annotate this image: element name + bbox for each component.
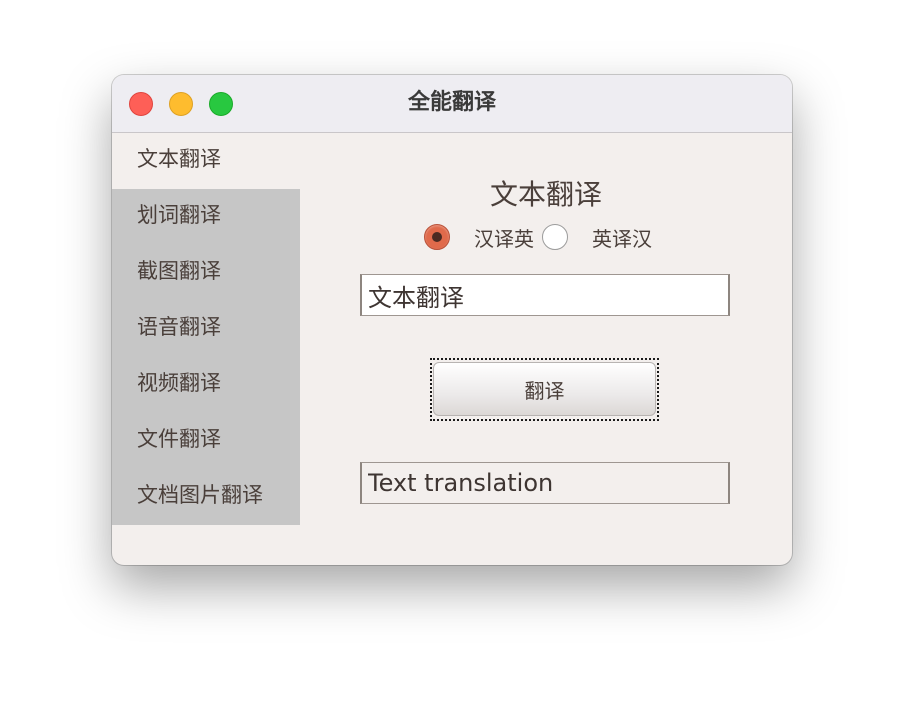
app-window: 全能翻译 文本翻译 划词翻译 截图翻译 语音翻译 视频翻译 文件翻译 文档图片翻… [112, 75, 792, 565]
sidebar-item-screenshot-translation[interactable]: 截图翻译 [112, 245, 300, 301]
sidebar-item-document-image-translation[interactable]: 文档图片翻译 [112, 469, 300, 525]
source-text-input[interactable] [360, 274, 730, 316]
sidebar-item-file-translation[interactable]: 文件翻译 [112, 413, 300, 469]
radio-label-english-to-chinese[interactable]: 英译汉 [592, 223, 652, 252]
radio-chinese-to-english[interactable] [424, 224, 450, 250]
page-heading: 文本翻译 [489, 178, 602, 211]
sidebar-menu: 文本翻译 划词翻译 截图翻译 语音翻译 视频翻译 文件翻译 文档图片翻译 [112, 133, 300, 525]
sidebar-item-voice-translation[interactable]: 语音翻译 [112, 301, 300, 357]
title-bar[interactable]: 全能翻译 [112, 75, 792, 133]
sidebar-item-video-translation[interactable]: 视频翻译 [112, 357, 300, 413]
translation-output-field[interactable] [360, 462, 730, 504]
window-title: 全能翻译 [407, 90, 496, 115]
sidebar-item-text-translation[interactable]: 文本翻译 [112, 133, 300, 189]
radio-english-to-chinese[interactable] [542, 224, 568, 250]
translation-direction-group: 汉译英 英译汉 [424, 222, 652, 252]
sidebar-item-word-selection-translation[interactable]: 划词翻译 [112, 189, 300, 245]
radio-label-chinese-to-english[interactable]: 汉译英 [474, 223, 534, 252]
translate-button[interactable]: 翻译 [433, 362, 656, 416]
